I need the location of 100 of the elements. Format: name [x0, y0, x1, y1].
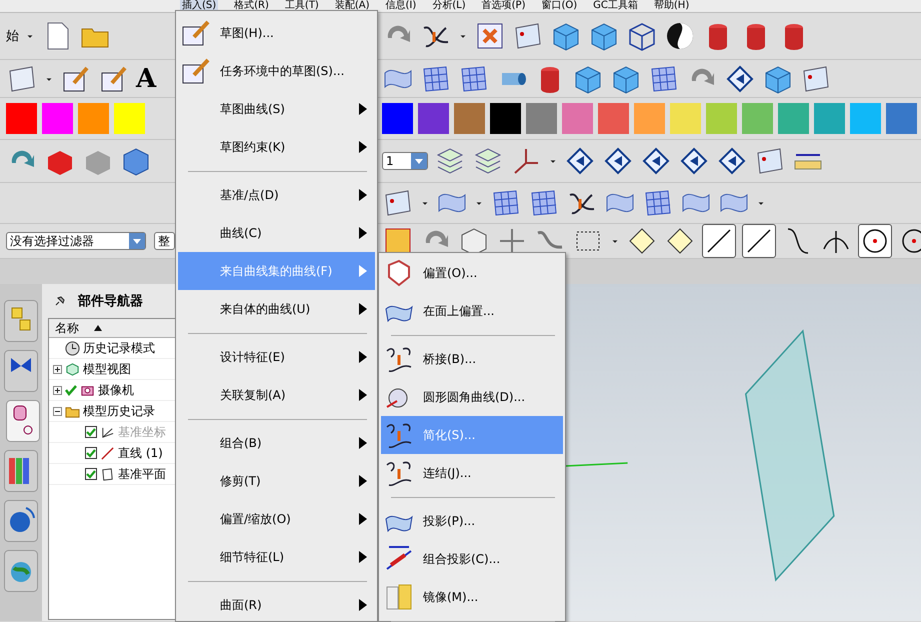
menu-item[interactable]: 连结(J)... — [381, 454, 563, 492]
navigator-title: 部件导航器 — [78, 292, 143, 310]
layer-dropdown[interactable]: 1 — [382, 152, 428, 170]
submenu-arrow-icon — [359, 475, 367, 487]
menu-bar-item[interactable]: 工具(T) — [284, 0, 319, 12]
checkbox[interactable] — [85, 426, 97, 438]
books-icon[interactable] — [4, 450, 38, 492]
plane-icon — [100, 466, 115, 482]
clock-icon — [65, 340, 80, 356]
menu-bar-item[interactable]: 帮助(H) — [654, 0, 690, 12]
menu-item[interactable]: 细节特征(L) — [178, 538, 375, 576]
sort-arrow-icon — [93, 324, 103, 332]
cube-icon — [65, 362, 80, 376]
menu-item[interactable]: 曲面(R) — [178, 586, 375, 622]
color-swatch[interactable] — [778, 103, 809, 134]
submenu-arrow-icon — [359, 265, 367, 277]
submenu-arrow-icon — [359, 513, 367, 525]
color-swatch[interactable] — [382, 103, 413, 134]
diamond-icon[interactable] — [640, 145, 672, 177]
color-swatch[interactable] — [418, 103, 449, 134]
menu-item[interactable]: 修剪(T) — [178, 462, 375, 500]
bowtie-icon[interactable] — [4, 350, 38, 392]
menu-bar-item[interactable]: 分析(L) — [432, 0, 466, 12]
color-swatch[interactable] — [814, 103, 845, 134]
color-swatch[interactable] — [886, 103, 917, 134]
tree-item-label[interactable]: 模型视图 — [83, 360, 131, 378]
menu-item[interactable]: 草图(H)... — [178, 14, 375, 52]
menu-item[interactable]: 关联复制(A) — [178, 376, 375, 414]
menu-item[interactable]: 镜像(M)... — [381, 578, 563, 616]
diamond-icon[interactable] — [564, 145, 596, 177]
menu-item[interactable]: 来自体的曲线(U) — [178, 290, 375, 328]
color-swatch[interactable] — [78, 103, 109, 134]
menu-bar-item[interactable]: 首选项(P) — [482, 0, 526, 12]
menu-item[interactable]: 投影(P)... — [381, 502, 563, 540]
checkbox[interactable] — [85, 447, 97, 459]
submenu-arrow-icon — [359, 303, 367, 315]
color-swatch[interactable] — [562, 103, 593, 134]
color-swatch[interactable] — [670, 103, 701, 134]
expander-icon[interactable] — [53, 406, 62, 416]
checkbox[interactable] — [85, 468, 97, 480]
blocks-icon[interactable] — [4, 300, 38, 342]
menu-item[interactable]: 任务环境中的草图(S)... — [178, 52, 375, 90]
submenu-arrow-icon — [359, 551, 367, 563]
menu-item[interactable]: 桥接(B)... — [381, 340, 563, 378]
column-header[interactable]: 名称 — [49, 319, 175, 338]
color-swatch[interactable] — [706, 103, 737, 134]
tree-item-label[interactable]: 基准平面 — [118, 466, 166, 482]
shaded-sphere-icon[interactable] — [664, 20, 696, 52]
color-swatch[interactable] — [850, 103, 881, 134]
color-swatch[interactable] — [598, 103, 629, 134]
menu-item[interactable]: 设计特征(E) — [178, 338, 375, 376]
color-swatch[interactable] — [114, 103, 145, 134]
menu-item[interactable]: 基准/点(D) — [178, 176, 375, 214]
menu-item[interactable]: 组合(B) — [178, 424, 375, 462]
menu-item[interactable]: 草图约束(K) — [178, 128, 375, 166]
submenu-arrow-icon — [359, 189, 367, 201]
color-swatch[interactable] — [526, 103, 557, 134]
datum-axis-line[interactable] — [565, 462, 628, 467]
submenu-arrow-icon — [359, 103, 367, 115]
diamond-icon[interactable] — [716, 145, 748, 177]
menu-item[interactable]: 组合投影(C)... — [381, 540, 563, 578]
menu-item[interactable]: 曲线(C) — [178, 214, 375, 252]
menu-item[interactable]: 圆形圆角曲线(D)... — [381, 378, 563, 416]
expander-icon[interactable] — [53, 364, 62, 374]
color-swatch[interactable] — [634, 103, 665, 134]
diamond-icon[interactable] — [602, 145, 634, 177]
color-swatch[interactable] — [742, 103, 773, 134]
selection-filter-dropdown[interactable]: 没有选择过滤器 — [6, 232, 146, 250]
check-icon[interactable] — [65, 384, 77, 396]
submenu-arrow-icon — [359, 351, 367, 363]
menu-item[interactable]: 草图曲线(S) — [178, 90, 375, 128]
menu-bar-item[interactable]: 信息(I) — [386, 0, 416, 12]
signal-icon[interactable] — [4, 500, 38, 542]
color-swatch[interactable] — [490, 103, 521, 134]
tree-item-label[interactable]: 摄像机 — [98, 382, 134, 398]
diamond-icon[interactable] — [678, 145, 710, 177]
cylinder-tree-icon[interactable] — [4, 400, 42, 442]
menu-item[interactable]: 偏置(O)... — [381, 254, 563, 292]
submenu-arrow-icon — [359, 599, 367, 611]
menu-bar-item[interactable]: GC工具箱 — [593, 0, 638, 12]
tree-item-label[interactable]: 直线 (1) — [118, 444, 163, 462]
text-tool-button[interactable]: A — [136, 64, 156, 94]
submenu-arrow-icon — [359, 389, 367, 401]
pin-icon[interactable] — [54, 295, 66, 307]
submenu-arrow-icon — [359, 227, 367, 239]
menu-bar-item[interactable]: 格式(R) — [234, 0, 269, 12]
start-button[interactable]: 始 — [6, 27, 19, 45]
color-swatch[interactable] — [42, 103, 73, 134]
datum-plane[interactable] — [744, 329, 835, 582]
tree-item-label[interactable]: 历史记录模式 — [83, 340, 155, 356]
menu-item[interactable]: 偏置/缩放(O) — [178, 500, 375, 538]
selection-scope-dropdown[interactable]: 整 — [154, 232, 175, 250]
color-swatch[interactable] — [6, 103, 37, 134]
submenu-arrow-icon — [359, 141, 367, 153]
globe-icon[interactable] — [4, 550, 38, 592]
tree-item-label[interactable]: 模型历史记录 — [83, 402, 155, 420]
expander-icon[interactable] — [53, 386, 62, 394]
menu-item[interactable]: 在面上偏置... — [381, 292, 563, 330]
color-swatch[interactable] — [454, 103, 485, 134]
menu-bar-item[interactable]: 装配(A) — [334, 0, 370, 12]
